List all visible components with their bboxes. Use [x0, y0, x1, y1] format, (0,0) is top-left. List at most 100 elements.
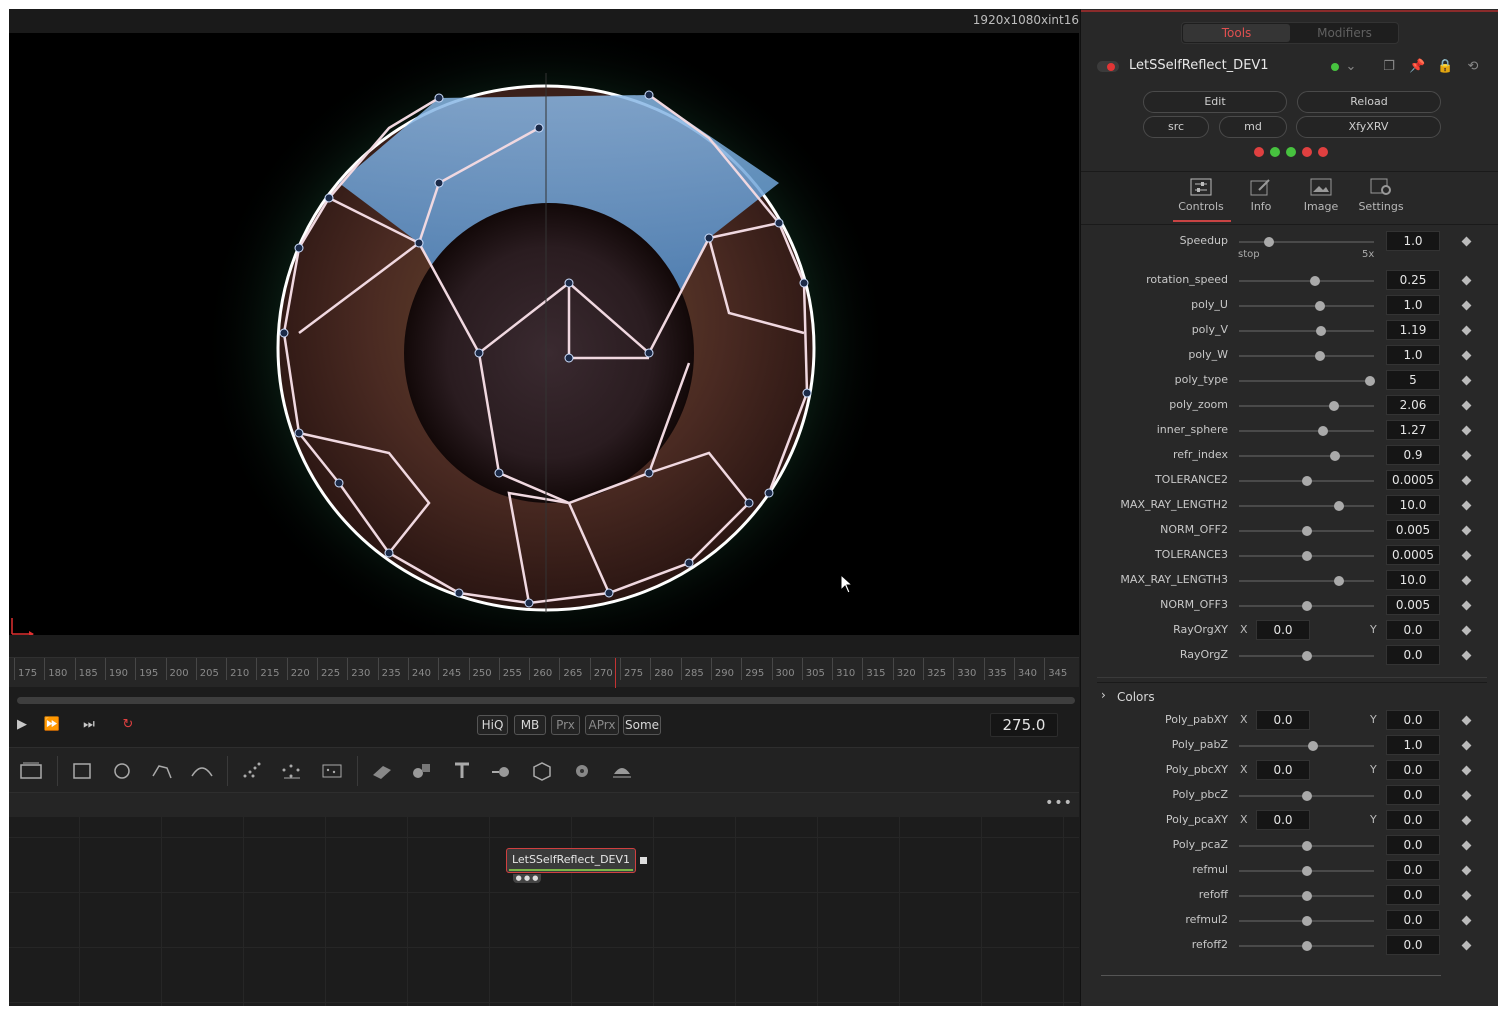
keyframe-icon[interactable]	[1461, 650, 1472, 661]
slider-knob[interactable]	[1333, 501, 1344, 511]
control-value[interactable]: 0.0	[1386, 785, 1440, 805]
control-value[interactable]: 0.25	[1386, 270, 1440, 290]
x-value-field[interactable]: 0.0	[1256, 760, 1310, 780]
keyframe-icon[interactable]	[1461, 375, 1472, 386]
keyframe-icon[interactable]	[1461, 625, 1472, 636]
slider-knob[interactable]	[1316, 326, 1327, 336]
aprx-toggle[interactable]: APrx	[585, 715, 619, 735]
slider-knob[interactable]	[1301, 941, 1312, 951]
slider-knob[interactable]	[1315, 301, 1325, 311]
some-toggle[interactable]: Some	[623, 715, 661, 735]
particle-system-icon[interactable]	[279, 758, 305, 784]
keyframe-icon[interactable]	[1461, 475, 1472, 486]
keyframe-icon[interactable]	[1461, 236, 1472, 247]
control-value[interactable]: 1.19	[1386, 320, 1440, 340]
control-slider[interactable]	[1239, 451, 1374, 461]
control-value[interactable]: 0.9	[1386, 445, 1440, 465]
y-value-field[interactable]: 0.0	[1386, 710, 1440, 730]
control-slider[interactable]	[1239, 791, 1374, 801]
md-button[interactable]: md	[1219, 116, 1287, 138]
control-value[interactable]: 5	[1386, 370, 1440, 390]
slider-knob[interactable]	[1333, 576, 1344, 586]
keyframe-icon[interactable]	[1461, 815, 1472, 826]
keyframe-icon[interactable]	[1461, 890, 1472, 901]
keyframe-icon[interactable]	[1461, 425, 1472, 436]
slider-knob[interactable]	[1328, 401, 1339, 411]
keyframe-icon[interactable]	[1461, 400, 1472, 411]
slider-knob[interactable]	[1301, 791, 1312, 801]
slider-knob[interactable]	[1301, 476, 1312, 486]
control-value[interactable]: 0.0005	[1386, 470, 1440, 490]
slider-knob[interactable]	[1301, 916, 1312, 926]
control-value[interactable]: 0.0	[1386, 910, 1440, 930]
node-editor[interactable]: LetSSelfReflect_DEV1 ● ● ●	[9, 817, 1079, 1006]
ellipse-mask-icon[interactable]	[109, 758, 135, 784]
edit-button[interactable]: Edit	[1143, 91, 1287, 113]
keyframe-icon[interactable]	[1461, 575, 1472, 586]
keyframe-icon[interactable]	[1461, 500, 1472, 511]
mb-toggle[interactable]: MB	[514, 715, 546, 735]
control-value[interactable]: 0.005	[1386, 595, 1440, 615]
keyframe-icon[interactable]	[1461, 300, 1472, 311]
x-value-field[interactable]: 0.0	[1256, 620, 1310, 640]
control-slider[interactable]	[1239, 601, 1374, 611]
play-icon[interactable]: ▶	[12, 716, 32, 734]
timeline-scrollbar[interactable]	[17, 697, 1075, 704]
playhead[interactable]	[615, 658, 616, 688]
control-slider[interactable]	[1239, 866, 1374, 876]
keyframe-icon[interactable]	[1461, 350, 1472, 361]
text-3d-icon[interactable]	[449, 758, 475, 784]
tab-controls[interactable]: Controls	[1171, 178, 1231, 224]
control-value[interactable]: 0.0	[1386, 935, 1440, 955]
tab-image[interactable]: Image	[1291, 178, 1351, 224]
renderer-3d-icon[interactable]	[529, 758, 555, 784]
current-frame-field[interactable]: 275.0	[990, 713, 1058, 737]
tab-tools[interactable]: Tools	[1183, 24, 1290, 42]
light-3d-icon[interactable]	[609, 758, 635, 784]
slider-knob[interactable]	[1301, 526, 1312, 536]
render-image[interactable]	[9, 23, 1079, 635]
slider-knob[interactable]	[1315, 351, 1325, 361]
speedup-slider[interactable]	[1239, 237, 1374, 247]
control-slider[interactable]	[1239, 276, 1374, 286]
keyframe-icon[interactable]	[1461, 450, 1472, 461]
keyframe-icon[interactable]	[1461, 740, 1472, 751]
control-slider[interactable]	[1239, 501, 1374, 511]
control-slider[interactable]	[1239, 841, 1374, 851]
x-value-field[interactable]: 0.0	[1256, 810, 1310, 830]
keyframe-icon[interactable]	[1461, 525, 1472, 536]
skip-end-icon[interactable]: ⏭	[79, 716, 99, 734]
status-dot[interactable]	[1254, 147, 1264, 157]
viewer[interactable]: 1920x1080xint16	[9, 9, 1079, 635]
slider-knob[interactable]	[1309, 276, 1320, 286]
lock-icon[interactable]: 🔒	[1437, 59, 1453, 75]
tab-settings[interactable]: Settings	[1351, 178, 1411, 224]
status-dot[interactable]	[1302, 147, 1312, 157]
control-value[interactable]: 0.0	[1386, 860, 1440, 880]
speedup-value[interactable]: 1.0	[1386, 231, 1440, 251]
control-value[interactable]: 0.005	[1386, 520, 1440, 540]
tool-enable-toggle[interactable]	[1097, 61, 1119, 72]
tab-info[interactable]: Info	[1231, 178, 1291, 224]
status-dot[interactable]	[1270, 147, 1280, 157]
xfyxrv-button[interactable]: XfyXRV	[1296, 116, 1441, 138]
control-slider[interactable]	[1239, 376, 1375, 386]
slider-knob[interactable]	[1263, 237, 1274, 247]
control-slider[interactable]	[1239, 326, 1374, 336]
control-slider[interactable]	[1239, 301, 1374, 311]
status-dot[interactable]	[1318, 147, 1328, 157]
pin-icon[interactable]: 📌	[1409, 59, 1425, 75]
slider-knob[interactable]	[1364, 376, 1375, 386]
y-value-field[interactable]: 0.0	[1386, 810, 1440, 830]
control-slider[interactable]	[1239, 941, 1374, 951]
polygon-mask-icon[interactable]	[149, 758, 175, 784]
node-input-ports[interactable]: ● ● ●	[513, 874, 541, 883]
slider-knob[interactable]	[1308, 741, 1319, 751]
prx-toggle[interactable]: Prx	[551, 715, 580, 735]
control-value[interactable]: 1.0	[1386, 735, 1440, 755]
image-plane-3d-icon[interactable]	[369, 758, 395, 784]
fast-forward-icon[interactable]: ⏩	[42, 716, 62, 734]
y-value-field[interactable]: 0.0	[1386, 620, 1440, 640]
status-dot[interactable]	[1286, 147, 1296, 157]
slider-knob[interactable]	[1329, 451, 1340, 461]
